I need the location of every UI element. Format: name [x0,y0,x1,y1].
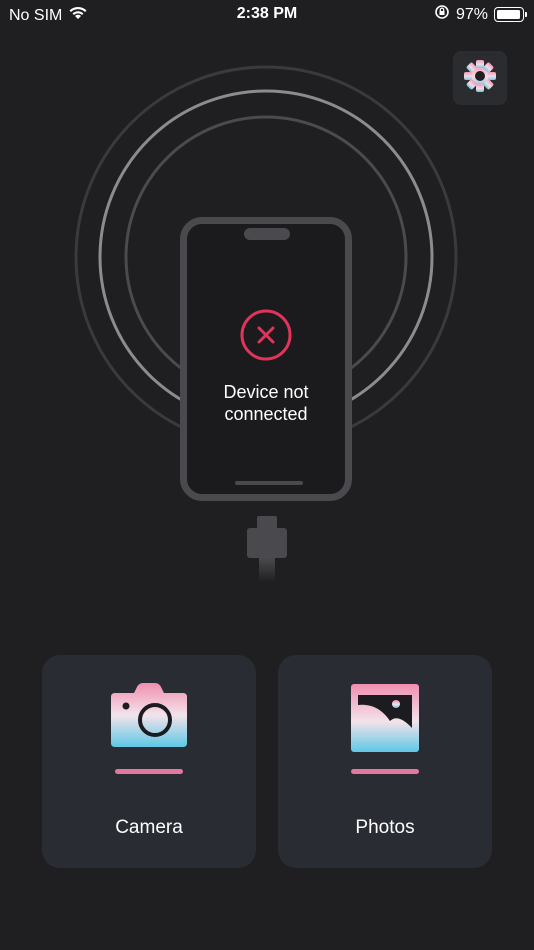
device-status-text: Device not connected [187,381,345,425]
device-illustration: Device not connected [180,217,352,501]
photos-label: Photos [355,817,415,838]
phone-notch [244,228,290,240]
error-x-icon [240,309,292,366]
camera-icon [109,683,189,752]
camera-underline [115,769,183,774]
photo-gallery-icon [350,683,420,758]
photos-tile[interactable]: Photos [278,655,492,868]
camera-tile[interactable]: Camera [42,655,256,868]
phone-home-indicator [235,481,303,485]
device-status-line2: connected [224,404,308,424]
photos-underline [351,769,419,774]
camera-label: Camera [115,817,183,838]
device-status-line1: Device not [223,382,309,402]
cable-plug-icon [247,516,287,582]
